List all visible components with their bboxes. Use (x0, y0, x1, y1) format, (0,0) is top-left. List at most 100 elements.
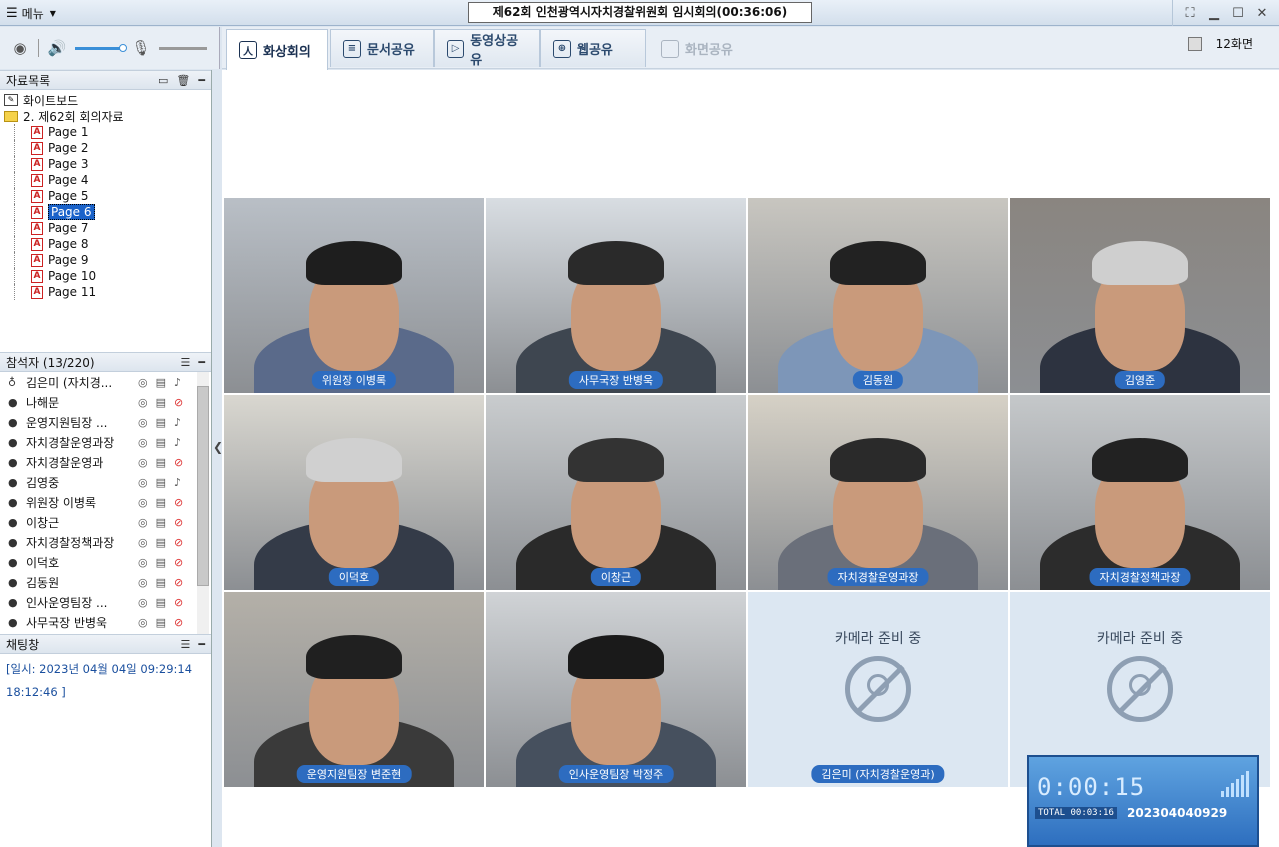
document-icon[interactable]: ▤ (156, 376, 166, 389)
webcam-icon[interactable]: ◉ (10, 38, 30, 58)
microphone-icon[interactable]: ♪ (174, 436, 181, 449)
close-icon[interactable]: ✕ (1253, 4, 1271, 22)
tree-item-page[interactable]: A Page 11 (14, 284, 207, 300)
tree-item-page[interactable]: A Page 9 (14, 252, 207, 268)
video-tile[interactable]: 카메라 준비 중 김은미 (자치경찰운영과) (748, 592, 1008, 787)
scrollbar-thumb[interactable] (197, 386, 209, 586)
tab-video-share[interactable]: ▷ 동영상공유 (434, 29, 540, 68)
tree-item-page[interactable]: A Page 4 (14, 172, 207, 188)
webcam-icon[interactable]: ◎ (138, 456, 148, 469)
participants-scrollbar[interactable] (197, 372, 209, 634)
video-tile[interactable]: 자치경찰정책과장 (1010, 395, 1270, 590)
minimize-icon[interactable]: ▁ (1205, 4, 1223, 22)
document-icon[interactable]: ▤ (156, 516, 166, 529)
tree-item-page[interactable]: A Page 10 (14, 268, 207, 284)
participant-row[interactable]: ● 자치경찰운영과 ◎ ▤ ⊘ (0, 452, 211, 472)
participant-row[interactable]: ● 이덕호 ◎ ▤ ⊘ (0, 552, 211, 572)
screen-layout-selector[interactable]: 12화면 (1187, 35, 1253, 52)
list-menu-icon[interactable]: ☰ (181, 356, 191, 369)
document-icon[interactable]: ▤ (156, 496, 166, 509)
mic-muted-icon[interactable]: ⊘ (174, 596, 183, 609)
tree-item-page[interactable]: A Page 8 (14, 236, 207, 252)
webcam-icon[interactable]: ◎ (138, 616, 148, 629)
participant-row[interactable]: ● 이창근 ◎ ▤ ⊘ (0, 512, 211, 532)
fullscreen-icon[interactable]: ⛶ (1181, 4, 1199, 22)
video-tile[interactable]: 사무국장 반병욱 (486, 198, 746, 393)
tree-item-page[interactable]: A Page 3 (14, 156, 207, 172)
tab-video-conference[interactable]: 人 화상회의 (226, 29, 328, 70)
participant-row[interactable]: ● 인사운영팀장 ... ◎ ▤ ⊘ (0, 592, 211, 612)
mic-muted-icon[interactable]: ⊘ (174, 516, 183, 529)
webcam-icon[interactable]: ◎ (138, 436, 148, 449)
collapse-icon[interactable]: ━ (198, 356, 205, 369)
participant-row[interactable]: ♁ 김은미 (자치경... ◎ ▤ ♪ (0, 372, 211, 392)
webcam-icon[interactable]: ◎ (138, 496, 148, 509)
trash-icon[interactable]: 🗑 (176, 74, 190, 87)
participant-row[interactable]: ● 사무국장 반병욱 ◎ ▤ ⊘ (0, 612, 211, 632)
webcam-icon[interactable]: ◎ (138, 476, 148, 489)
participant-row[interactable]: ● 자치경찰정책과장 ◎ ▤ ⊘ (0, 532, 211, 552)
document-icon[interactable]: ▤ (156, 536, 166, 549)
document-icon[interactable]: ▤ (156, 616, 166, 629)
webcam-icon[interactable]: ◎ (138, 396, 148, 409)
participant-row[interactable]: ● 자치경찰운영과장 ◎ ▤ ♪ (0, 432, 211, 452)
webcam-icon[interactable]: ◎ (138, 576, 148, 589)
participant-row[interactable]: ● 김영중 ◎ ▤ ♪ (0, 472, 211, 492)
video-tile[interactable]: 김동원 (748, 198, 1008, 393)
tree-item-page[interactable]: A Page 6 (14, 204, 207, 220)
participant-row[interactable]: ● 김동원 ◎ ▤ ⊘ (0, 572, 211, 592)
mic-volume-slider[interactable] (159, 46, 207, 50)
document-icon[interactable]: ▤ (156, 556, 166, 569)
webcam-icon[interactable]: ◎ (138, 596, 148, 609)
video-tile[interactable]: 운영지원팀장 변준현 (224, 592, 484, 787)
tree-item-whiteboard[interactable]: ✎ 화이트보드 (4, 92, 207, 108)
microphone-icon[interactable]: ♪ (174, 476, 181, 489)
microphone-icon[interactable]: 🎙 (131, 38, 151, 58)
document-icon[interactable]: ▤ (156, 436, 166, 449)
menu-button[interactable]: ☰ 메뉴 ▼ (6, 4, 56, 22)
tree-item-page[interactable]: A Page 1 (14, 124, 207, 140)
tree-item-page[interactable]: A Page 2 (14, 140, 207, 156)
video-tile[interactable]: 이덕호 (224, 395, 484, 590)
tab-web-share[interactable]: ⊕ 웹공유 (540, 29, 646, 67)
mic-muted-icon[interactable]: ⊘ (174, 576, 183, 589)
slider-knob[interactable] (119, 43, 127, 52)
mic-muted-icon[interactable]: ⊘ (174, 536, 183, 549)
video-tile[interactable]: 인사운영팀장 박정주 (486, 592, 746, 787)
webcam-icon[interactable]: ◎ (138, 556, 148, 569)
collapse-icon[interactable]: ━ (198, 638, 205, 651)
microphone-icon[interactable]: ♪ (174, 416, 181, 429)
document-icon[interactable]: ▤ (156, 596, 166, 609)
participant-row[interactable]: ● 위원장 이병록 ◎ ▤ ⊘ (0, 492, 211, 512)
document-icon[interactable]: ▤ (156, 456, 166, 469)
video-tile[interactable]: 이창근 (486, 395, 746, 590)
video-tile[interactable]: 김영준 (1010, 198, 1270, 393)
list-menu-icon[interactable]: ☰ (181, 638, 191, 651)
participant-row[interactable]: ● 운영지원팀장 ... ◎ ▤ ♪ (0, 412, 211, 432)
document-icon[interactable]: ▤ (156, 396, 166, 409)
tree-item-page[interactable]: A Page 7 (14, 220, 207, 236)
collapse-icon[interactable]: ━ (198, 74, 205, 87)
tree-item-folder[interactable]: 2. 제62회 회의자료 (4, 108, 207, 124)
maximize-icon[interactable]: ☐ (1229, 4, 1247, 22)
webcam-icon[interactable]: ◎ (138, 416, 148, 429)
microphone-icon[interactable]: ♪ (174, 376, 181, 389)
speaker-icon[interactable]: 🔊 (47, 38, 67, 58)
mic-muted-icon[interactable]: ⊘ (174, 496, 183, 509)
document-icon[interactable]: ▤ (156, 576, 166, 589)
mic-muted-icon[interactable]: ⊘ (174, 456, 183, 469)
webcam-icon[interactable]: ◎ (138, 376, 148, 389)
document-icon[interactable]: ▤ (156, 476, 166, 489)
webcam-icon[interactable]: ◎ (138, 516, 148, 529)
speaker-volume-slider[interactable] (75, 43, 127, 52)
collapse-panel-icon[interactable]: ❮ (213, 440, 223, 464)
mic-muted-icon[interactable]: ⊘ (174, 396, 183, 409)
video-tile[interactable]: 위원장 이병록 (224, 198, 484, 393)
mic-muted-icon[interactable]: ⊘ (174, 616, 183, 629)
document-icon[interactable]: ▤ (156, 416, 166, 429)
participant-row[interactable]: ● 나해문 ◎ ▤ ⊘ (0, 392, 211, 412)
tab-document-share[interactable]: ≡ 문서공유 (330, 29, 434, 67)
video-tile[interactable]: 자치경찰운영과장 (748, 395, 1008, 590)
webcam-icon[interactable]: ◎ (138, 536, 148, 549)
new-folder-icon[interactable]: ▭ (158, 74, 168, 87)
